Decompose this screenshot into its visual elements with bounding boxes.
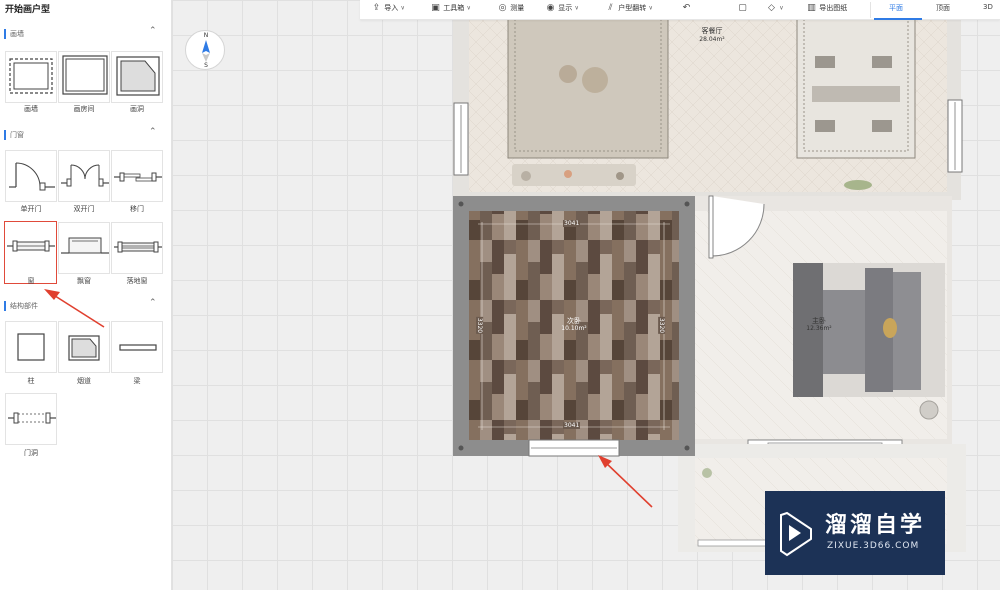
measure-button[interactable]: ◎ 测量 — [497, 3, 525, 17]
annotation-arrow — [44, 289, 105, 328]
room-area: 10.10m² — [561, 325, 587, 332]
chevron-down-icon: ∨ — [779, 4, 784, 12]
annotation-arrow — [598, 455, 653, 508]
measure-icon: ◎ — [498, 3, 507, 13]
dimension-label: 3320 — [658, 316, 666, 335]
eye-icon: ◉ — [546, 3, 555, 13]
export-drawing-button[interactable]: ▥ 导出图纸 — [806, 3, 847, 17]
app-root: 开始画户型 画墙 ⌃ 画墙 画房间 画洞 门窗 ⌃ 单开门 双开门 移门 窗 飘… — [0, 0, 1000, 590]
save-button[interactable]: ▢ — [737, 3, 748, 17]
save-icon: ▢ — [738, 3, 747, 13]
watermark-title: 溜溜自学 — [825, 513, 926, 538]
toolbox-button[interactable]: ▣ 工具箱 ∨ — [430, 3, 471, 17]
watermark-subtitle: ZIXUE.3D66.COM — [827, 541, 920, 551]
flip-icon: ⫽ — [608, 3, 613, 13]
import-icon: ⇪ — [372, 3, 381, 13]
tab-3d[interactable]: 3D — [983, 3, 993, 11]
watermark-logo: 溜溜自学 ZIXUE.3D66.COM — [765, 491, 945, 575]
flip-layout-button[interactable]: ⫽ 户型翻转 ∨ — [605, 3, 653, 17]
dimension-label: 3041 — [563, 220, 581, 227]
chevron-down-icon: ∨ — [466, 4, 471, 12]
export-drawing-icon: ▥ — [807, 3, 816, 13]
toolbar-divider — [870, 2, 871, 18]
display-button[interactable]: ◉ 显示 ∨ — [545, 3, 579, 17]
chevron-down-icon: ∨ — [574, 4, 579, 12]
compass-widget[interactable]: N S — [185, 30, 225, 70]
eraser-button[interactable]: ◇ ∨ — [766, 3, 784, 17]
import-button[interactable]: ⇪ 导入 ∨ — [371, 3, 405, 17]
undo-button[interactable]: ↶ — [681, 3, 692, 17]
compass-south-label: S — [204, 62, 208, 69]
tab-plan[interactable]: 平面 — [889, 3, 903, 13]
toolbox-icon: ▣ — [431, 3, 440, 13]
room-area: 28.04m² — [699, 36, 725, 43]
dimension-label: 3041 — [563, 422, 581, 429]
eraser-icon: ◇ — [768, 3, 775, 13]
undo-icon: ↶ — [682, 3, 691, 13]
active-tab-indicator — [874, 18, 922, 20]
play-logo-icon — [780, 511, 812, 557]
dimension-label: 3320 — [476, 316, 484, 335]
chevron-down-icon: ∨ — [400, 4, 405, 12]
chevron-down-icon: ∨ — [648, 4, 653, 12]
room-area: 12.36m² — [806, 325, 832, 332]
room-name: 客餐厅 — [701, 27, 723, 35]
tab-ceiling[interactable]: 顶面 — [936, 3, 950, 13]
